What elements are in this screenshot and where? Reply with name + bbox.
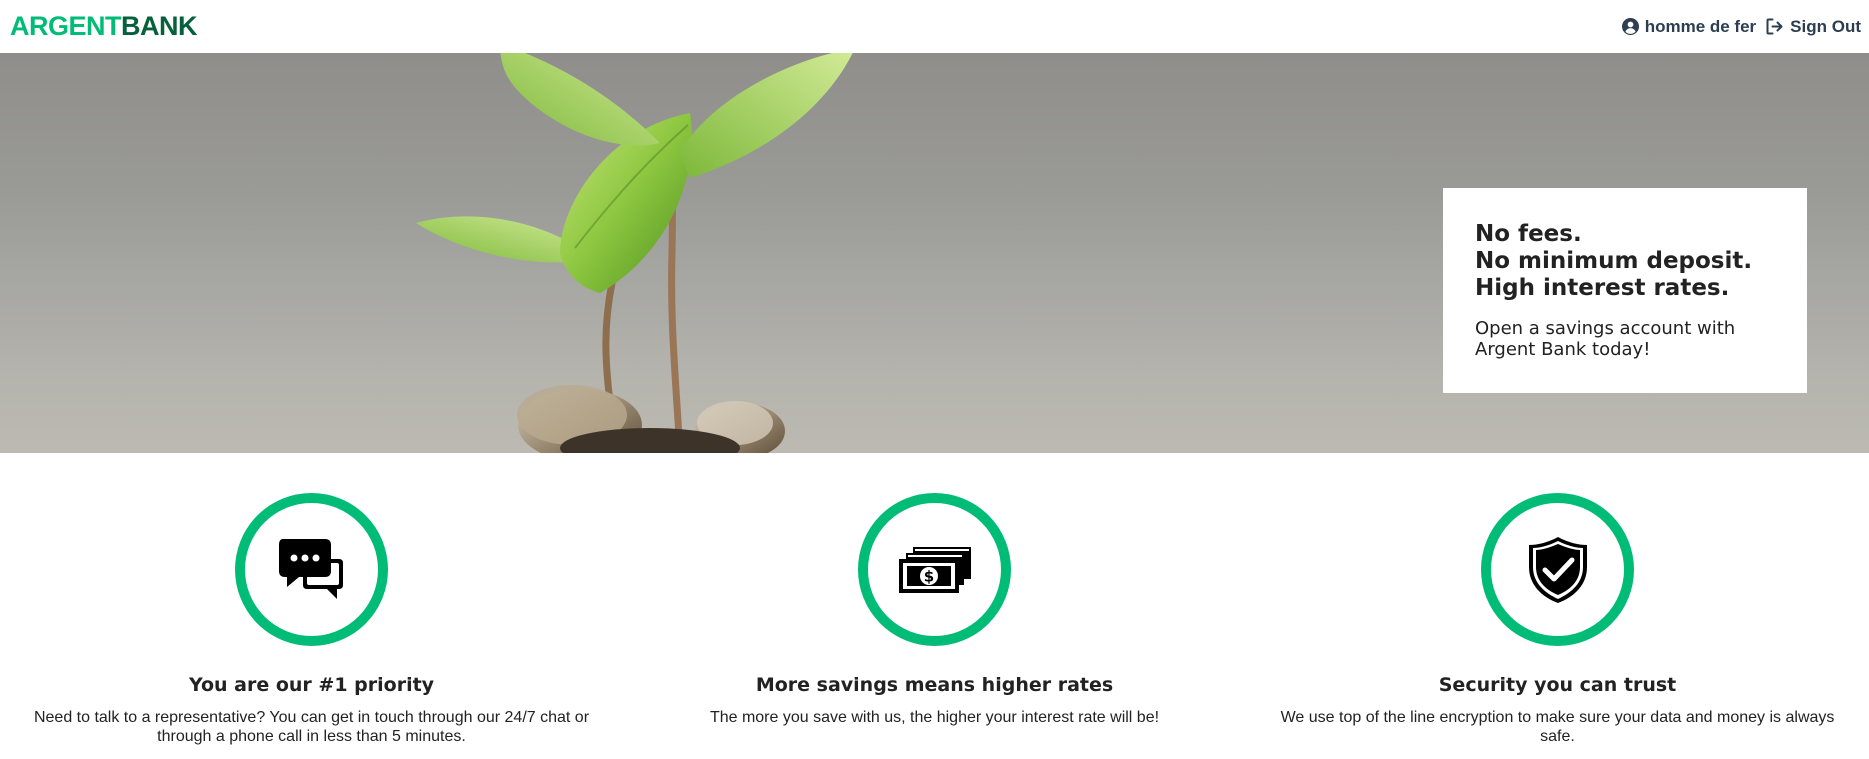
feature-icon-circle: $ bbox=[858, 493, 1011, 646]
sign-out-button[interactable]: Sign Out bbox=[1766, 17, 1861, 37]
feature-title: More savings means higher rates bbox=[755, 674, 1114, 696]
sign-out-label: Sign Out bbox=[1790, 16, 1861, 36]
feature-text: The more you save with us, the higher yo… bbox=[709, 709, 1160, 726]
sign-out-icon bbox=[1766, 18, 1783, 35]
features-section: You are our #1 priority Need to talk to … bbox=[0, 453, 1869, 759]
promo-subtitle-interest: High interest rates. bbox=[1475, 275, 1730, 301]
user-profile-link[interactable]: homme de fer bbox=[1621, 16, 1757, 37]
feature-item-priority: You are our #1 priority Need to talk to … bbox=[0, 453, 623, 759]
promo-text: Open a savings account with Argent Bank … bbox=[1475, 318, 1736, 360]
feature-title: You are our #1 priority bbox=[188, 674, 435, 696]
logo-link[interactable]: ARGENT BANK bbox=[10, 11, 198, 42]
logo-text-argent: ARGENT bbox=[10, 11, 122, 41]
feature-title: Security you can trust bbox=[1438, 674, 1677, 696]
feature-item-security: Security you can trust We use top of the… bbox=[1246, 453, 1869, 759]
feature-icon-circle bbox=[1481, 493, 1634, 646]
promo-subtitle-no-minimum: No minimum deposit. bbox=[1475, 248, 1753, 274]
feature-item-savings: $ More savings means higher rates The mo… bbox=[623, 453, 1246, 759]
logo-text-bank: BANK bbox=[121, 11, 198, 41]
user-name: homme de fer bbox=[1644, 16, 1757, 36]
chat-icon bbox=[278, 538, 343, 599]
feature-text: We use top of the line encryption to mak… bbox=[1280, 709, 1835, 745]
hero-banner: No fees. No minimum deposit. High intere… bbox=[0, 53, 1869, 453]
nav-actions: homme de fer Sign Out bbox=[1621, 16, 1861, 37]
promo-subtitle-no-fees: No fees. bbox=[1475, 221, 1582, 247]
feature-icon-circle bbox=[235, 493, 388, 646]
security-icon bbox=[1528, 536, 1587, 603]
svg-text:$: $ bbox=[923, 567, 933, 585]
money-icon: $ bbox=[898, 546, 971, 593]
user-circle-icon bbox=[1621, 18, 1639, 35]
promo-card: No fees. No minimum deposit. High intere… bbox=[1443, 188, 1807, 393]
main-nav: ARGENT BANK homme de fer Sign Out bbox=[0, 0, 1869, 53]
feature-text: Need to talk to a representative? You ca… bbox=[33, 709, 590, 745]
